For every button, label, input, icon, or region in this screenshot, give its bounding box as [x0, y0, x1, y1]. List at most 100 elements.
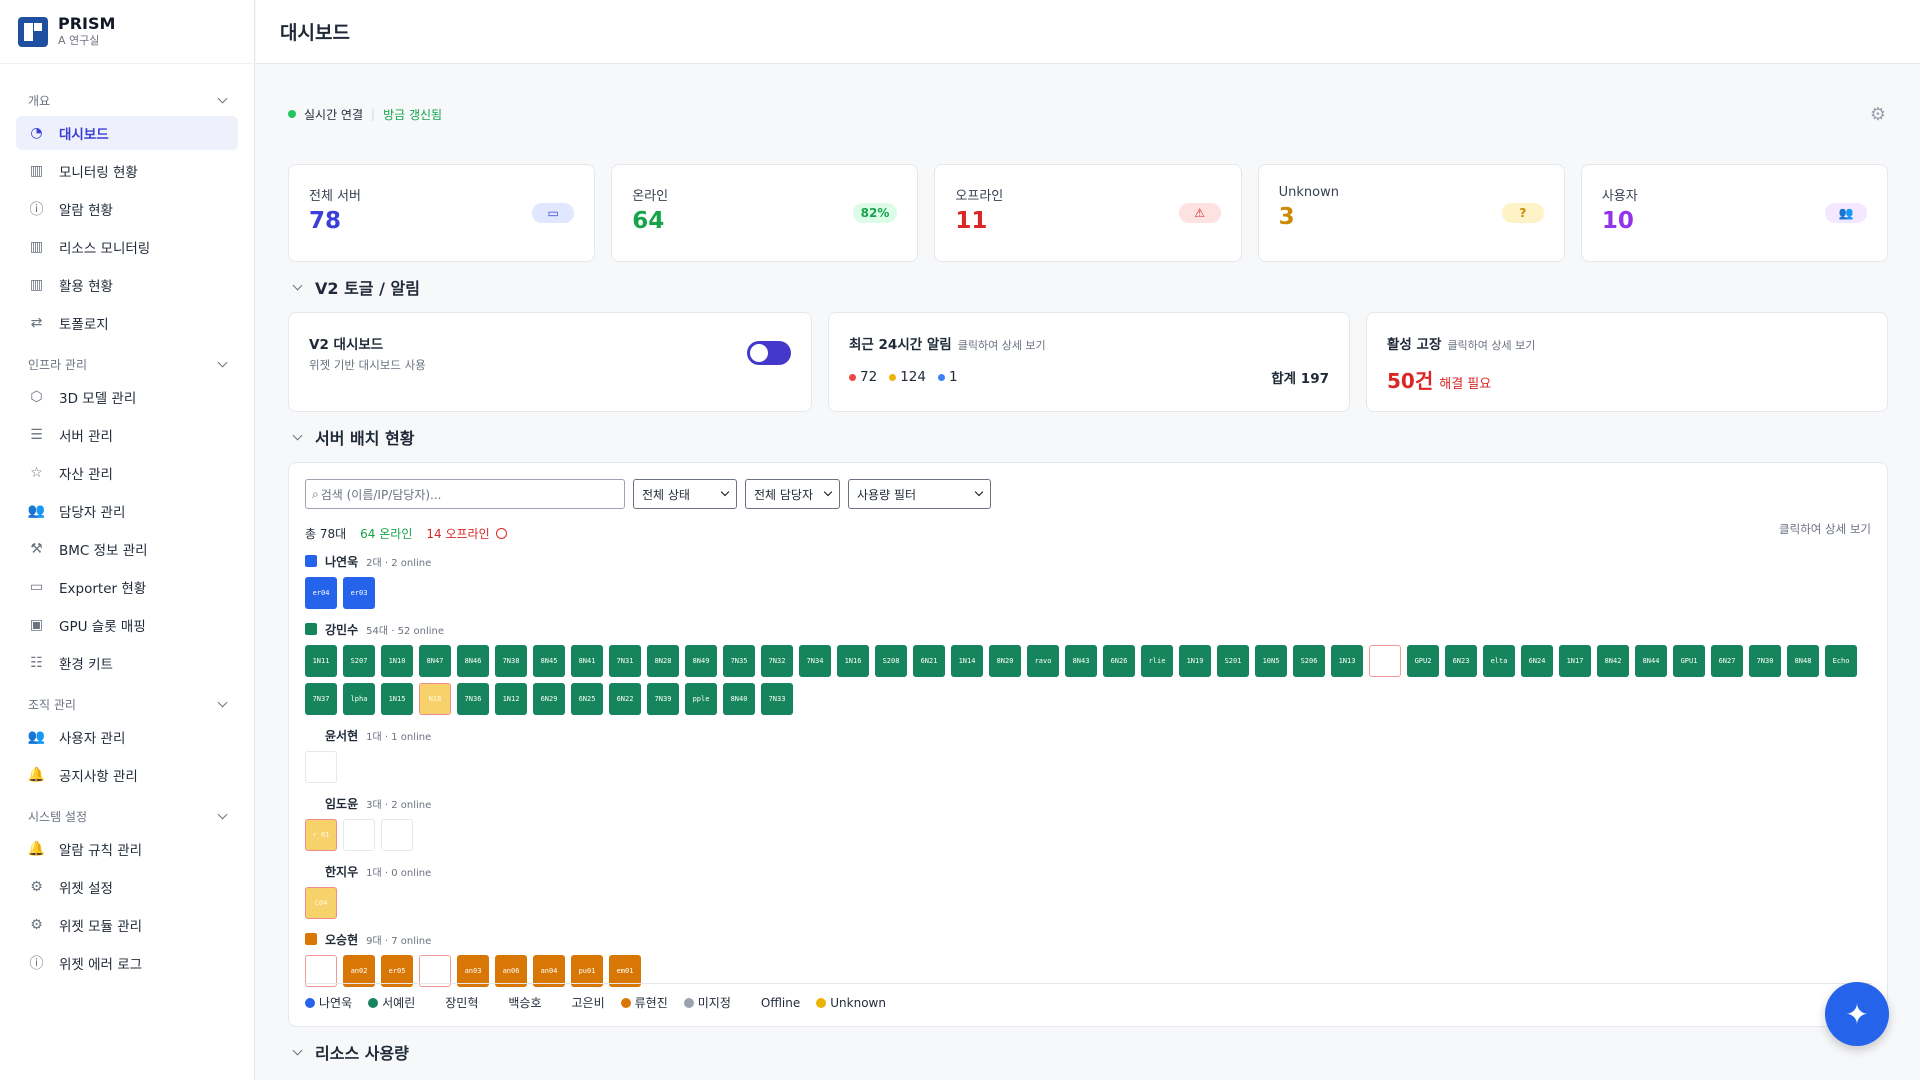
summary-card[interactable]: 오프라인 11 ⚠: [934, 164, 1242, 262]
sidebar-item[interactable]: 👥 담당자 관리: [16, 494, 238, 528]
server-tile[interactable]: er04: [305, 577, 337, 609]
server-tile[interactable]: 6N24: [1521, 645, 1553, 677]
sidebar-item[interactable]: ▥ 활용 현황: [16, 268, 238, 302]
nav-group-header[interactable]: 개요: [16, 88, 238, 112]
server-tile[interactable]: C04: [305, 887, 337, 919]
server-tile[interactable]: GPU1: [1673, 645, 1705, 677]
server-tile[interactable]: [305, 751, 337, 783]
sidebar-item[interactable]: ☰ 서버 관리: [16, 418, 238, 452]
sidebar-item[interactable]: ◔ 대시보드: [16, 116, 238, 150]
sidebar-item[interactable]: ▥ 모니터링 현황: [16, 154, 238, 188]
server-tile[interactable]: 8N28: [647, 645, 679, 677]
server-tile[interactable]: 7N35: [723, 645, 755, 677]
server-tile[interactable]: 7N37: [305, 683, 337, 715]
server-tile[interactable]: 8N44: [1635, 645, 1667, 677]
section-v2-header[interactable]: V2 토글 / 알림: [288, 262, 1888, 312]
server-tile[interactable]: elta: [1483, 645, 1515, 677]
nav-group-header[interactable]: 시스템 설정: [16, 804, 238, 828]
sidebar-item[interactable]: ⬡ 3D 모델 관리: [16, 380, 238, 414]
server-tile[interactable]: 1N12: [495, 683, 527, 715]
server-tile[interactable]: 8N46: [457, 645, 489, 677]
brand[interactable]: PRISM A 연구실: [0, 0, 254, 64]
server-tile[interactable]: S206: [1293, 645, 1325, 677]
server-tile[interactable]: Echo: [1825, 645, 1857, 677]
server-tile[interactable]: N18: [419, 683, 451, 715]
server-tile[interactable]: 6N21: [913, 645, 945, 677]
search-input[interactable]: ⌕ 검색 (이름/IP/담당자)...: [305, 479, 625, 509]
server-tile[interactable]: 6N25: [571, 683, 603, 715]
server-tile[interactable]: 8N47: [419, 645, 451, 677]
server-tile[interactable]: S201: [1217, 645, 1249, 677]
server-tile[interactable]: 8N41: [571, 645, 603, 677]
server-tile[interactable]: 8N40: [723, 683, 755, 715]
summary-card[interactable]: 온라인 64 82%: [611, 164, 919, 262]
server-tile[interactable]: 6N26: [1103, 645, 1135, 677]
server-tile[interactable]: 1N15: [381, 683, 413, 715]
server-tile[interactable]: 6N23: [1445, 645, 1477, 677]
summary-card[interactable]: 사용자 10 👥: [1580, 164, 1889, 262]
sidebar-item[interactable]: ⓘ 알람 현황: [16, 192, 238, 226]
server-tile[interactable]: 1N13: [1331, 645, 1363, 677]
server-tile[interactable]: 8N43: [1065, 645, 1097, 677]
sidebar-item[interactable]: 🔔 공지사항 관리: [16, 758, 238, 792]
server-tile[interactable]: 8N20: [989, 645, 1021, 677]
owner-select[interactable]: 전체 담당자: [745, 479, 840, 509]
server-tile[interactable]: GPU2: [1407, 645, 1439, 677]
usage-select[interactable]: 사용량 필터: [848, 479, 991, 509]
sidebar-item[interactable]: ▥ 리소스 모니터링: [16, 230, 238, 264]
server-tile[interactable]: 8N49: [685, 645, 717, 677]
ai-assistant-button[interactable]: ✦: [1825, 982, 1889, 1046]
summary-card[interactable]: 전체 서버 78 ▭: [288, 164, 596, 262]
server-tile[interactable]: 6N29: [533, 683, 565, 715]
server-tile[interactable]: 8N48: [1787, 645, 1819, 677]
server-tile[interactable]: S207: [343, 645, 375, 677]
server-tile[interactable]: [381, 819, 413, 851]
server-tile[interactable]: 1N14: [951, 645, 983, 677]
server-tile[interactable]: 7N34: [799, 645, 831, 677]
server-tile[interactable]: [343, 819, 375, 851]
server-tile[interactable]: 8N42: [1597, 645, 1629, 677]
sidebar-item[interactable]: ☆ 자산 관리: [16, 456, 238, 490]
server-tile[interactable]: 6N27: [1711, 645, 1743, 677]
sidebar-item[interactable]: ⚙ 위젯 모듈 관리: [16, 908, 238, 942]
nav-group-header[interactable]: 인프라 관리: [16, 352, 238, 376]
sidebar-item[interactable]: ⓘ 위젯 에러 로그: [16, 946, 238, 980]
server-tile[interactable]: r_01: [305, 819, 337, 851]
server-tile[interactable]: 7N32: [761, 645, 793, 677]
faults-card[interactable]: 활성 고장 클릭하여 상세 보기 50건 해결 필요: [1366, 312, 1888, 412]
sidebar-item[interactable]: ⇄ 토폴로지: [16, 306, 238, 340]
server-tile[interactable]: 1N16: [837, 645, 869, 677]
server-tile[interactable]: 7N36: [457, 683, 489, 715]
server-tile[interactable]: 1N10: [381, 645, 413, 677]
server-tile[interactable]: 1N19: [1179, 645, 1211, 677]
status-select[interactable]: 전체 상태: [633, 479, 737, 509]
sidebar-item[interactable]: ☷ 환경 키트: [16, 646, 238, 680]
server-tile[interactable]: 7N31: [609, 645, 641, 677]
section-rack-header[interactable]: 서버 배치 현황: [288, 412, 1888, 462]
alerts-card[interactable]: 최근 24시간 알림 클릭하여 상세 보기 72 124 1 합계 197: [828, 312, 1350, 412]
summary-card[interactable]: Unknown 3?: [1257, 164, 1565, 262]
sidebar-item[interactable]: ▭ Exporter 현황: [16, 570, 238, 604]
server-tile[interactable]: ravo: [1027, 645, 1059, 677]
server-tile[interactable]: 1N11: [305, 645, 337, 677]
server-tile[interactable]: 7N30: [1749, 645, 1781, 677]
server-tile[interactable]: S208: [875, 645, 907, 677]
server-tile[interactable]: 1N17: [1559, 645, 1591, 677]
server-tile[interactable]: [1369, 645, 1401, 677]
sidebar-item[interactable]: ⚒ BMC 정보 관리: [16, 532, 238, 566]
sidebar-item[interactable]: ⚙ 위젯 설정: [16, 870, 238, 904]
server-tile[interactable]: 7N39: [647, 683, 679, 715]
section-resource-header[interactable]: 리소스 사용량: [288, 1027, 1888, 1077]
server-tile[interactable]: pple: [685, 683, 717, 715]
server-tile[interactable]: 8N45: [533, 645, 565, 677]
server-tile[interactable]: lpha: [343, 683, 375, 715]
sidebar-item[interactable]: ▣ GPU 슬롯 매핑: [16, 608, 238, 642]
sidebar-item[interactable]: 👥 사용자 관리: [16, 720, 238, 754]
server-tile[interactable]: 7N38: [495, 645, 527, 677]
server-tile[interactable]: 7N33: [761, 683, 793, 715]
v2-toggle[interactable]: [747, 341, 791, 365]
sidebar-item[interactable]: 🔔 알람 규칙 관리: [16, 832, 238, 866]
gear-icon[interactable]: ⚙: [1870, 104, 1886, 125]
rack-more-link[interactable]: 클릭하여 상세 보기: [1779, 521, 1871, 537]
server-tile[interactable]: 6N22: [609, 683, 641, 715]
